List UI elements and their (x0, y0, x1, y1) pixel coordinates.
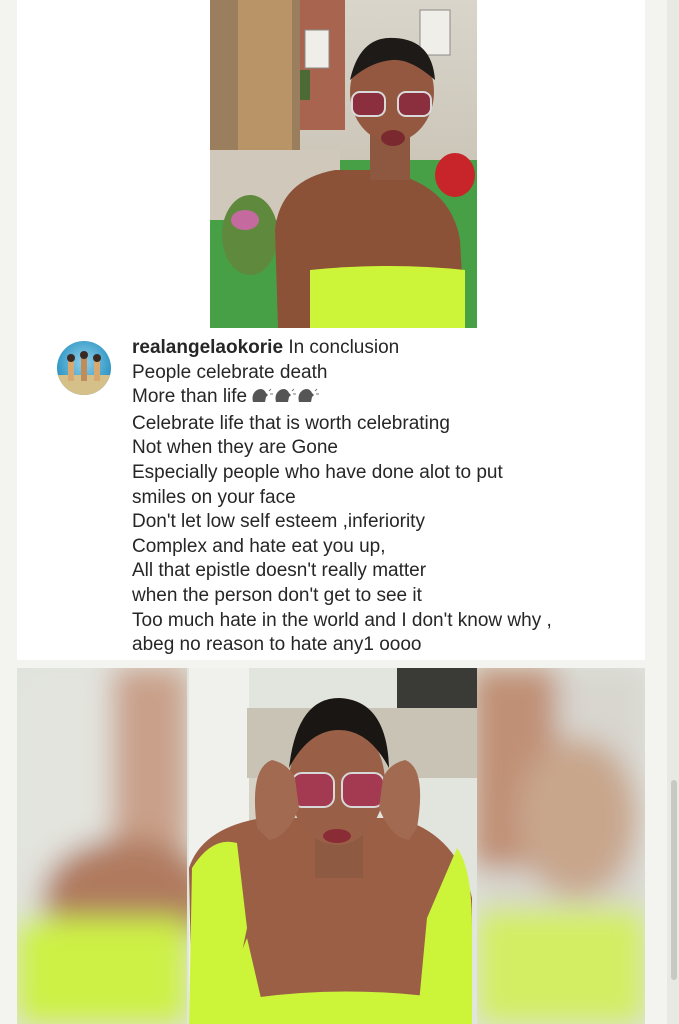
caption-line: Don't let low self esteem ,inferiority (132, 511, 425, 533)
caption-line: smiles on your face (132, 486, 296, 508)
caption-line: abeg no reason to hate any1 oooo (132, 634, 422, 656)
caption-line: Celebrate life that is worth celebrating (132, 412, 450, 434)
caption-line: All that epistle doesn't really matter (132, 560, 427, 582)
caption-line: People celebrate death (132, 361, 328, 383)
post-photo-bottom[interactable] (17, 668, 645, 1024)
speaking-head-icon (250, 386, 320, 412)
scrollbar-thumb[interactable] (671, 780, 677, 980)
caption-text: realangelaokorie In conclusion People ce… (132, 336, 617, 658)
caption-line: Especially people who have done alot to … (132, 461, 503, 483)
post-photo-top[interactable] (210, 0, 477, 328)
scrollbar-track[interactable] (667, 0, 679, 1024)
avatar[interactable] (57, 341, 111, 395)
caption-line: realangelaokorie In conclusion (132, 337, 400, 358)
caption-line: Not when they are Gone (132, 437, 338, 459)
post-caption-area: realangelaokorie In conclusion People ce… (57, 336, 617, 658)
caption-line: when the person don't get to see it (132, 584, 422, 606)
username[interactable]: realangelaokorie (132, 337, 283, 358)
caption-line: Too much hate in the world and I don't k… (132, 609, 552, 631)
caption-line: Complex and hate eat you up, (132, 535, 386, 557)
caption-line: More than life (132, 385, 617, 412)
